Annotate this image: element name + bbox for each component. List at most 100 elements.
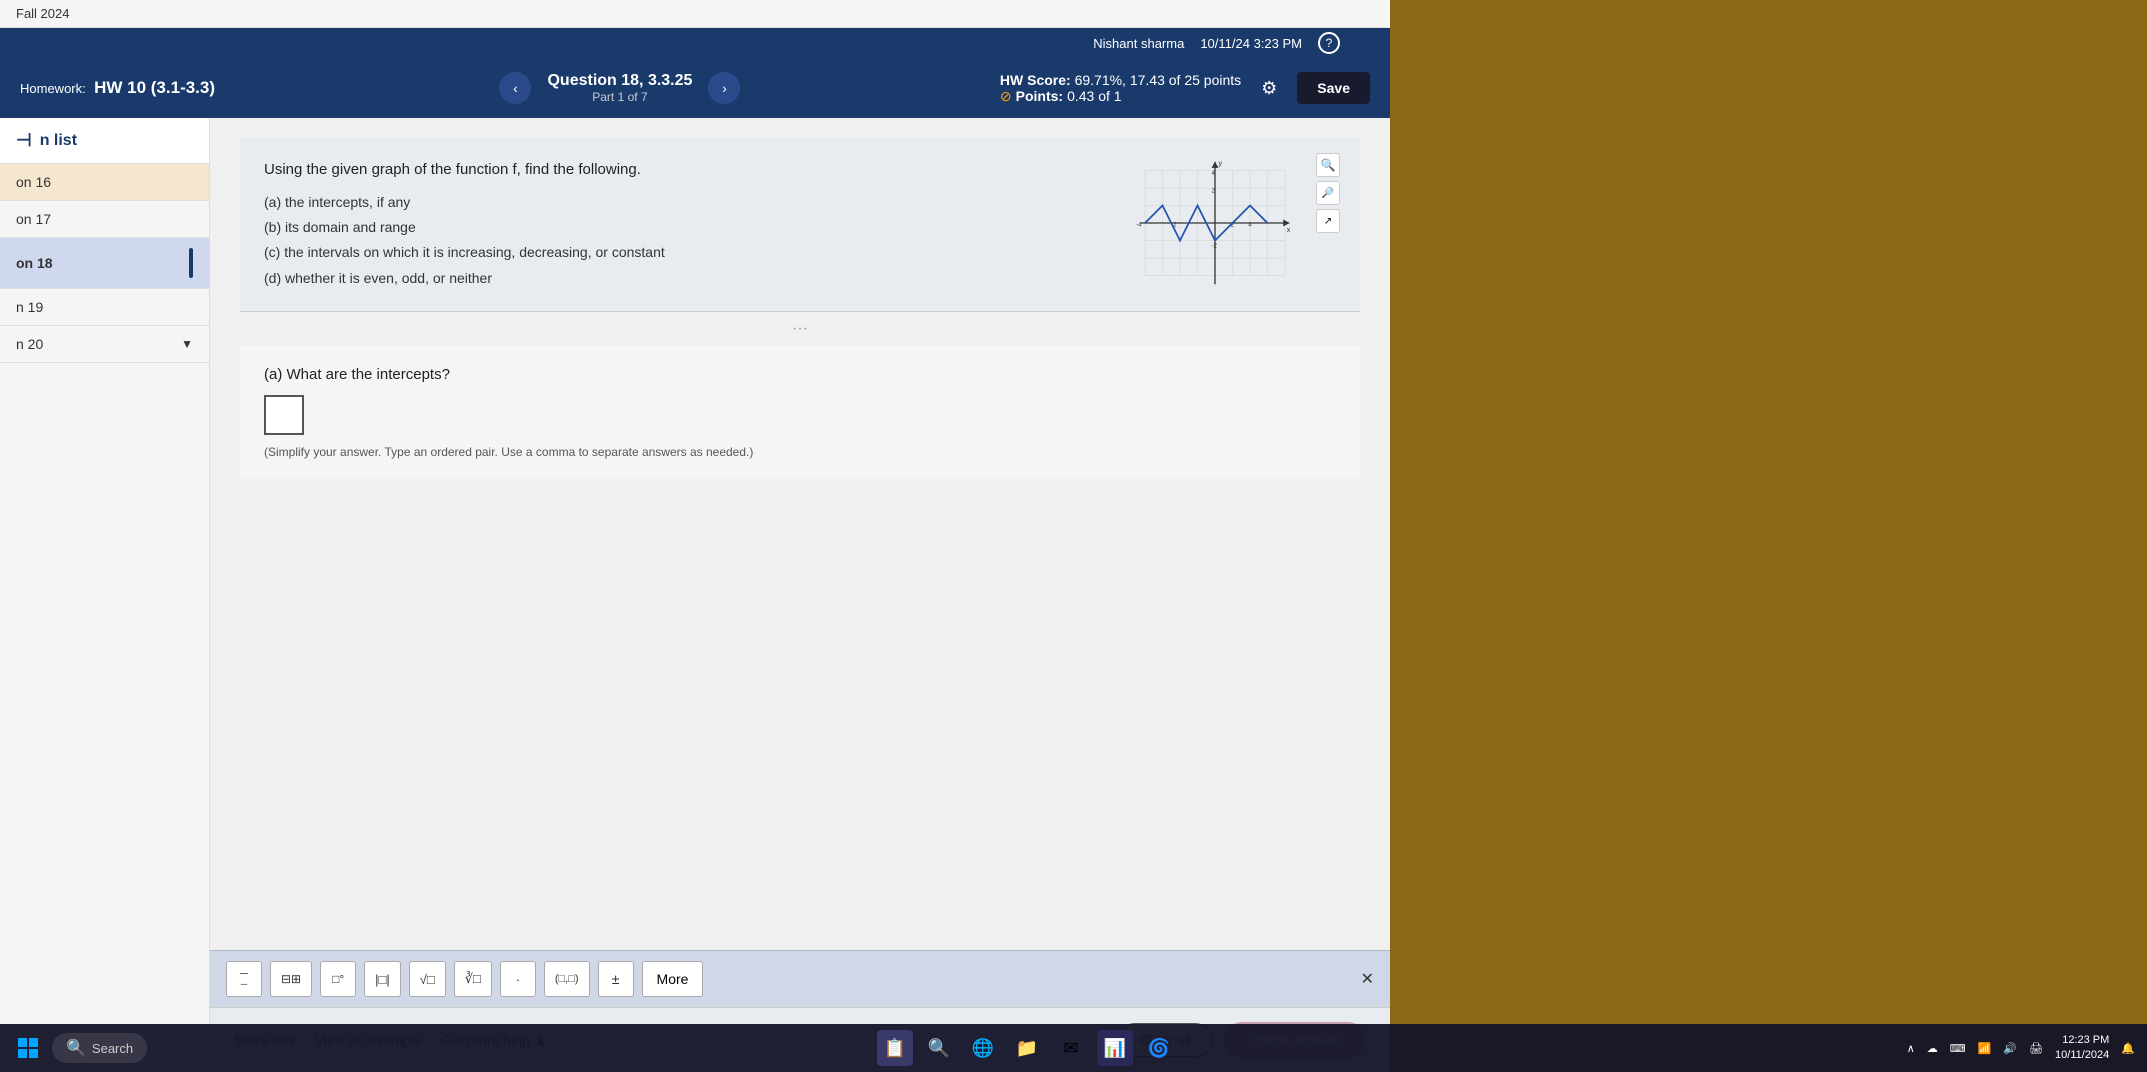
- question-label: Question 18, 3.3.25: [547, 72, 692, 90]
- mixed-number-btn[interactable]: ⊟⊞: [270, 961, 312, 997]
- help-icon[interactable]: ?: [1318, 32, 1340, 54]
- taskbar-datetime: 12:23 PM 10/11/2024: [2055, 1033, 2109, 1064]
- svg-text:2: 2: [1212, 187, 1216, 194]
- taskbar-app-4[interactable]: 📁: [1009, 1030, 1045, 1066]
- exponent-btn[interactable]: □°: [320, 961, 356, 997]
- sidebar-item-label: n 20: [16, 336, 43, 352]
- question-content: Using the given graph of the function f,…: [210, 118, 1390, 950]
- sidebar-item-20[interactable]: n 20 ▼: [0, 326, 209, 363]
- taskbar-apps: 📋 🔍 🌐 📁 ✉ 📊 🌀: [155, 1030, 1899, 1066]
- win-sq-1: [18, 1038, 27, 1047]
- decimal-btn[interactable]: ·: [500, 961, 536, 997]
- sidebar-item-18[interactable]: on 18: [0, 238, 209, 289]
- cloud-icon: ☁: [1927, 1042, 1938, 1055]
- svg-text:y: y: [1219, 160, 1223, 167]
- next-question-button[interactable]: ›: [708, 72, 740, 104]
- score-section: HW Score: 69.71%, 17.43 of 25 points ⊘ P…: [1000, 72, 1370, 105]
- collapse-icon[interactable]: ⊣: [16, 130, 32, 151]
- semester-label: Fall 2024: [16, 6, 69, 21]
- sidebar-item-17[interactable]: on 17: [0, 201, 209, 238]
- zoom-in-button[interactable]: 🔍: [1316, 153, 1340, 177]
- graph-container: x y 4 2 -4 -2 2 4 -2: [1130, 153, 1300, 293]
- abs-value-btn[interactable]: |□|: [364, 961, 401, 997]
- content-area: ⊣ n list on 16 on 17 on 18 n 19 n 20: [0, 118, 1390, 1072]
- homework-title: Homework: HW 10 (3.1-3.3): [20, 78, 240, 98]
- graph-zoom-controls: 🔍 🔎 ↗: [1316, 153, 1340, 233]
- sidebar-item-label: n 19: [16, 299, 43, 315]
- fraction-btn[interactable]: ──: [226, 961, 262, 997]
- printer-icon: 🖨: [2029, 1042, 2043, 1055]
- search-bar[interactable]: 🔍 Search: [52, 1033, 147, 1063]
- question-box: Using the given graph of the function f,…: [240, 138, 1360, 312]
- volume-icon: 🔊: [2003, 1042, 2017, 1055]
- sidebar-item-label: on 17: [16, 211, 51, 227]
- sidebar-list: on 16 on 17 on 18 n 19 n 20 ▼: [0, 164, 209, 1072]
- sidebar: ⊣ n list on 16 on 17 on 18 n 19 n 20: [0, 118, 210, 1072]
- divider-dots[interactable]: ···: [240, 312, 1360, 346]
- system-tray-icon-1: ∧: [1907, 1042, 1915, 1055]
- user-name: Nishant sharma: [1093, 36, 1184, 51]
- keyboard-icon: ⌨: [1950, 1042, 1966, 1055]
- math-toolbar: ── ⊟⊞ □° |□| √□ ∛□ ·: [210, 950, 1390, 1007]
- scroll-indicator: [189, 248, 193, 278]
- zoom-out-button[interactable]: 🔎: [1316, 181, 1340, 205]
- taskbar-app-7[interactable]: 🌀: [1141, 1030, 1177, 1066]
- taskbar-app-6[interactable]: 📊: [1097, 1030, 1133, 1066]
- question-info: Question 18, 3.3.25 Part 1 of 7: [547, 72, 692, 104]
- question-area: Using the given graph of the function f,…: [210, 118, 1390, 1072]
- sidebar-header: ⊣ n list: [0, 118, 209, 164]
- taskbar-time-display: 12:23 PM: [2055, 1033, 2109, 1048]
- part-label: Part 1 of 7: [547, 90, 692, 104]
- svg-text:-2: -2: [1212, 243, 1218, 250]
- cbrt-btn[interactable]: ∛□: [454, 961, 492, 997]
- user-info-bar: Nishant sharma 10/11/24 3:23 PM ?: [0, 28, 1390, 58]
- sqrt-btn[interactable]: √□: [409, 961, 446, 997]
- answer-input-area: [264, 395, 1336, 435]
- taskbar-right: ∧ ☁ ⌨ 📶 🔊 🖨 12:23 PM 10/11/2024 🔔: [1907, 1033, 2135, 1064]
- svg-text:4: 4: [1248, 222, 1252, 229]
- taskbar: 🔍 Search 📋 🔍 🌐 📁 ✉ 📊 🌀 ∧ ☁ ⌨ 📶 🔊 🖨 12:23…: [0, 1024, 2147, 1072]
- nav-header: Homework: HW 10 (3.1-3.3) ‹ Question 18,…: [0, 58, 1390, 118]
- svg-text:x: x: [1287, 227, 1291, 234]
- svg-text:-4: -4: [1136, 222, 1142, 229]
- sidebar-item-19[interactable]: n 19: [0, 289, 209, 326]
- ordered-pair-btn[interactable]: (□,□): [544, 961, 590, 997]
- more-button[interactable]: More: [642, 961, 704, 997]
- sidebar-title: n list: [40, 132, 77, 150]
- notification-icon[interactable]: 🔔: [2121, 1042, 2135, 1055]
- win-sq-3: [18, 1049, 27, 1058]
- function-graph: x y 4 2 -4 -2 2 4 -2: [1130, 153, 1300, 293]
- sidebar-item-label: on 18: [16, 255, 53, 271]
- plus-minus-btn[interactable]: ±: [598, 961, 634, 997]
- points-text: ⊘ Points: 0.43 of 1: [1000, 88, 1241, 105]
- search-placeholder: Search: [92, 1041, 133, 1056]
- taskbar-date-display: 10/11/2024: [2055, 1048, 2109, 1063]
- hint-text: (Simplify your answer. Type an ordered p…: [264, 445, 1336, 459]
- score-info: HW Score: 69.71%, 17.43 of 25 points ⊘ P…: [1000, 72, 1241, 105]
- windows-icon: [18, 1038, 38, 1058]
- question-nav: ‹ Question 18, 3.3.25 Part 1 of 7 ›: [240, 72, 1000, 104]
- svg-text:4: 4: [1212, 170, 1216, 177]
- taskbar-app-1[interactable]: 📋: [877, 1030, 913, 1066]
- answer-box: (a) What are the intercepts? (Simplify y…: [240, 346, 1360, 479]
- user-datetime: 10/11/24 3:23 PM: [1200, 36, 1302, 51]
- sidebar-item-16[interactable]: on 16: [0, 164, 209, 201]
- taskbar-app-3[interactable]: 🌐: [965, 1030, 1001, 1066]
- hw-score-text: HW Score: 69.71%, 17.43 of 25 points: [1000, 72, 1241, 88]
- settings-icon[interactable]: ⚙: [1261, 78, 1277, 99]
- sub-question: (a) What are the intercepts?: [264, 366, 1336, 383]
- prev-question-button[interactable]: ‹: [499, 72, 531, 104]
- external-link-button[interactable]: ↗: [1316, 209, 1340, 233]
- sidebar-item-label: on 16: [16, 174, 51, 190]
- start-button[interactable]: [12, 1032, 44, 1064]
- search-icon: 🔍: [66, 1038, 86, 1058]
- taskbar-app-2[interactable]: 🔍: [921, 1030, 957, 1066]
- top-bar: Fall 2024: [0, 0, 1390, 28]
- answer-input-box[interactable]: [264, 395, 304, 435]
- win-sq-4: [29, 1049, 38, 1058]
- close-toolbar-button[interactable]: ✕: [1361, 969, 1374, 989]
- save-button[interactable]: Save: [1297, 72, 1370, 104]
- taskbar-app-5[interactable]: ✉: [1053, 1030, 1089, 1066]
- win-sq-2: [29, 1038, 38, 1047]
- wifi-icon: 📶: [1978, 1042, 1992, 1055]
